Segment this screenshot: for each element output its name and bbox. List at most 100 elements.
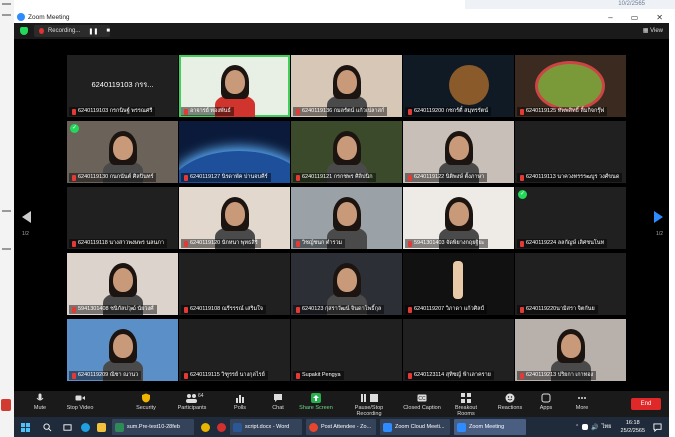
participant-tile[interactable]: 6240119125 ทัพพสิทธิ์ ลิ้มกิจกรุ๊ฟ	[515, 55, 626, 117]
excel-icon	[115, 422, 124, 432]
more-button[interactable]: More	[562, 393, 602, 411]
muted-mic-icon	[408, 174, 412, 181]
language-indicator[interactable]: ไทย	[602, 423, 612, 431]
participant-tile[interactable]: ✓ 6240119130 กนกนันต์ ศิลปินทร์	[67, 121, 178, 183]
security-button[interactable]: Security	[126, 393, 166, 411]
start-button[interactable]	[18, 419, 33, 435]
participant-tile[interactable]: 6240119136 กมลรัตน์ แก้วเปลาสก์	[291, 55, 402, 117]
muted-mic-icon	[296, 372, 300, 379]
participant-name: 6240119113 นาควงทรรรฒบูร วงศ์ขนด	[526, 174, 620, 180]
notifications-button[interactable]	[650, 419, 665, 435]
chat-label: Chat	[272, 405, 284, 411]
participant-tile[interactable]: 6240119213 ปริยกา เกาทอง	[515, 319, 626, 381]
participant-name: 6240119103 กรกนิษฐ์ พรรณศรี	[78, 108, 153, 114]
pause-stop-recording-button[interactable]: Pause/Stop Recording	[344, 393, 394, 417]
participant-tile[interactable]: 6240119118 นางสาวพงษพร นลนภา	[67, 187, 178, 249]
participant-tile[interactable]: 6240119220นามิสรา จิตกันย	[515, 253, 626, 315]
participant-name: 6240119209 ณิชา ณานว	[78, 372, 139, 378]
stop-video-button[interactable]: Stop Video	[60, 393, 100, 411]
participant-tile[interactable]: อาจารย์ ทองพันธ์	[179, 55, 290, 117]
participant-tile[interactable]: 6240119115 วิฑูรรย์ นางกุลไรย์	[179, 319, 290, 381]
microphone-icon	[36, 393, 44, 401]
taskbar-app-post-attendee[interactable]: Post Attendee - Zo...	[306, 419, 376, 435]
participant-tile[interactable]: 6240119122 นิติพงษ์ ตั้งภาษา	[403, 121, 514, 183]
taskbar-app-zoom-cloud[interactable]: Zoom Cloud Meeti...	[380, 419, 450, 435]
security-shield-icon[interactable]	[20, 27, 28, 35]
taskbar-app-label: script.docx - Word	[245, 424, 290, 430]
stop-video-label: Stop Video	[66, 405, 94, 411]
muted-mic-icon	[408, 240, 412, 247]
windows-taskbar: sum.Pre-test10-28feb script.docx - Word …	[14, 417, 669, 437]
participant-tile[interactable]: 6240119207 วิภาดา แก้วศิลป์	[403, 253, 514, 315]
polls-button[interactable]: Polls	[220, 393, 260, 411]
participant-tile[interactable]: 6240119121 กรกชพร ศิลิปนิก	[291, 121, 402, 183]
chat-button[interactable]: Chat	[258, 393, 298, 411]
view-button[interactable]: ▦ View	[643, 25, 663, 37]
participant-name: 6240123 กุ่สราวัฒน์ จินดาโพธิ์กุล	[302, 306, 382, 312]
taskbar-app-word[interactable]: script.docx - Word	[230, 419, 302, 435]
participant-tile[interactable]: 6240119113 นาควงทรรรฒบูร วงศ์ขนด	[515, 121, 626, 183]
next-page-arrow-icon[interactable]	[653, 211, 663, 223]
meeting-top-strip: Recording... ❚❚ ■ ▦ View	[14, 23, 669, 39]
participant-tile[interactable]: 6240119108 ณรีรรรณ์ เสริมใจ	[179, 253, 290, 315]
participant-tile[interactable]: Supakit Pengya	[291, 319, 402, 381]
participant-tile[interactable]: 5941301408 ชนิกัลปวุฒ์ นัยวงศ์	[67, 253, 178, 315]
reactions-button[interactable]: Reactions	[490, 393, 530, 411]
close-button[interactable]: ✕	[656, 13, 663, 22]
participant-name: 6240119115 วิฑูรรย์ นางกุลไรย์	[190, 372, 265, 378]
participant-name-label: 6240119224 ลลกัญษ์ เลิศชนโนท	[517, 239, 608, 248]
closed-caption-button[interactable]: CC Closed Caption	[402, 393, 442, 411]
participant-face	[113, 268, 133, 292]
task-view-button[interactable]	[60, 419, 75, 435]
prev-page-arrow-icon[interactable]	[22, 211, 32, 223]
end-meeting-button[interactable]: End	[631, 398, 661, 410]
muted-mic-icon	[296, 306, 300, 313]
notification-icon	[653, 422, 662, 432]
muted-mic-icon	[408, 306, 412, 313]
breakout-rooms-button[interactable]: Breakout Rooms	[446, 393, 486, 417]
participant-tile[interactable]: วิชญ์ชนก ตำรวม	[291, 187, 402, 249]
muted-mic-icon	[408, 372, 412, 379]
participant-tile[interactable]: 5941301403 จัดพิยางกฤยฐิยะ	[403, 187, 514, 249]
minimize-button[interactable]: –	[608, 13, 612, 22]
participant-face	[449, 202, 469, 226]
participant-tile[interactable]: 6240123114 สุทิชญ์ ฟ้าเลาคราย	[403, 319, 514, 381]
participant-tile[interactable]: 6240119127 นิรดาพัค ปานจบคีร์	[179, 121, 290, 183]
opera-button[interactable]	[214, 419, 229, 435]
stop-recording-button[interactable]: ■	[106, 28, 110, 34]
clock[interactable]: 16:18 25/2/2565	[621, 419, 645, 435]
participant-name: อาจารย์ ทองพันธ์	[190, 108, 231, 114]
participant-face	[337, 202, 357, 226]
view-label: View	[650, 28, 663, 34]
word-icon	[233, 422, 242, 432]
muted-mic-icon	[72, 174, 76, 181]
maximize-button[interactable]: ▭	[631, 13, 639, 22]
participant-tile[interactable]: 6240119209 ณิชา ณานว	[67, 319, 178, 381]
search-button[interactable]	[40, 419, 55, 435]
participant-name-label: 6240119136 กมลรัตน์ แก้วเปลาสก์	[293, 107, 388, 116]
system-tray[interactable]: ⌃ 🔊 ไทย	[572, 419, 614, 435]
explorer-button[interactable]	[94, 419, 109, 435]
participant-tile[interactable]: ✓ 6240119224 ลลกัญษ์ เลิศชนโนท	[515, 187, 626, 249]
shield-icon	[142, 393, 150, 403]
closed-caption-label: Closed Caption	[403, 405, 441, 411]
apps-button[interactable]: Apps	[526, 393, 566, 411]
participant-tile[interactable]: 6240123 กุ่สราวัฒน์ จินดาโพธิ์กุล	[291, 253, 402, 315]
participant-tile[interactable]: 6240119103 กรร... 6240119103 กรกนิษฐ์ พรร…	[67, 55, 178, 117]
pause-recording-button[interactable]: ❚❚	[88, 28, 98, 35]
participant-tile[interactable]: 6240119120 นักหนา พุทธสิริ	[179, 187, 290, 249]
muted-mic-icon	[520, 174, 524, 181]
taskbar-app-excel[interactable]: sum.Pre-test10-28feb	[112, 419, 194, 435]
chrome-button[interactable]	[198, 419, 213, 435]
participant-name: 6240119220นามิสรา จิตกันย	[526, 306, 595, 312]
mute-button[interactable]: Mute	[20, 393, 60, 411]
chrome-icon	[201, 422, 210, 432]
muted-mic-icon	[72, 372, 76, 379]
participants-button[interactable]: Participants 64	[172, 393, 212, 411]
breakout-rooms-label: Breakout Rooms	[454, 405, 477, 417]
edge-button[interactable]	[78, 419, 93, 435]
participant-tile[interactable]: 6240119200 กชกร์ตี๋ สมุทรรัตน์	[403, 55, 514, 117]
taskbar-app-zoom-meeting[interactable]: Zoom Meeting	[454, 419, 526, 435]
share-screen-button[interactable]: Share Screen	[296, 393, 336, 411]
participant-name-label: 5941301403 จัดพิยางกฤยฐิยะ	[405, 239, 488, 248]
